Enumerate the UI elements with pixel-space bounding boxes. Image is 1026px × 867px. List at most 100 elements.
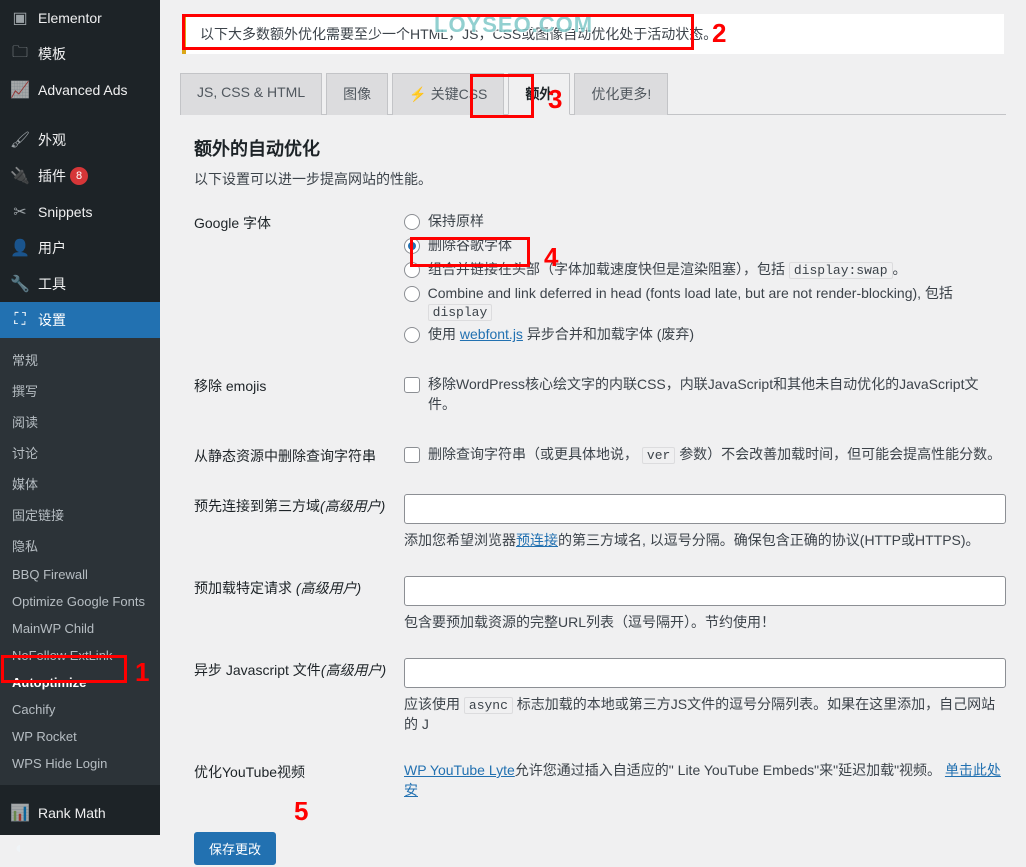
code-async: async xyxy=(464,697,513,714)
submenu-item-隐私[interactable]: 隐私 xyxy=(0,530,160,561)
submenu-item-固定链接[interactable]: 固定链接 xyxy=(0,499,160,530)
submenu-item-WP Rocket[interactable]: WP Rocket xyxy=(0,723,160,750)
menu-icon: 📈 xyxy=(10,80,30,100)
menu-label: Blackhole xyxy=(38,841,99,857)
menu-label: 外观 xyxy=(38,130,66,150)
menu-item-工具[interactable]: 🔧 工具 xyxy=(0,266,160,302)
checkbox-querystrings[interactable] xyxy=(404,447,420,463)
submenu-item-媒体[interactable]: 媒体 xyxy=(0,468,160,499)
radio-google-fonts-2[interactable] xyxy=(404,262,420,278)
menu-icon: 🔧 xyxy=(10,274,30,294)
label-asyncjs: 异步 Javascript 文件(高级用户) xyxy=(194,658,404,680)
submenu-item-Optimize Google Fonts[interactable]: Optimize Google Fonts xyxy=(0,588,160,615)
menu-label: 工具 xyxy=(38,274,66,294)
menu-item-用户[interactable]: 👤 用户 xyxy=(0,230,160,266)
menu-icon: 🔌 xyxy=(10,166,30,186)
menu-item-Elementor[interactable]: ▣Elementor xyxy=(0,0,160,36)
menu-label: 设置 xyxy=(38,310,66,330)
menu-item-Snippets[interactable]: ✂ Snippets xyxy=(0,194,160,230)
radio-label: 组合并链接在头部（字体加载速度快但是渲染阻塞），包括 display:swap。 xyxy=(428,259,907,279)
menu-item-Blackhole[interactable]: ◐ Blackhole xyxy=(0,831,160,867)
radio-label: 删除谷歌字体 xyxy=(428,235,512,255)
help-asyncjs: 应该使用 async 标志加载的本地或第三方JS文件的逗号分隔列表。如果在这里添… xyxy=(404,694,1006,734)
tab-图像[interactable]: 图像 xyxy=(326,73,388,115)
link-preconnect[interactable]: 预连接 xyxy=(516,532,558,548)
link-youtube-lyte[interactable]: WP YouTube Lyte xyxy=(404,762,515,778)
tab-label: 优化更多! xyxy=(591,86,651,102)
tab-bar: JS, CSS & HTML 图像 ⚡ 关键CSS 额外 优化更多! xyxy=(180,72,1006,115)
submenu-item-讨论[interactable]: 讨论 xyxy=(0,437,160,468)
menu-item-设置[interactable]: ⛶ 设置 xyxy=(0,302,160,338)
menu-icon: 🗀 xyxy=(10,44,30,64)
help-youtube: WP YouTube Lyte允许您通过插入自适应的" Lite YouTube… xyxy=(404,760,1006,800)
submenu-item-撰写[interactable]: 撰写 xyxy=(0,375,160,406)
label-preconnect: 预先连接到第三方域(高级用户) xyxy=(194,494,404,516)
label-preload: 预加载特定请求 (高级用户) xyxy=(194,576,404,598)
update-badge: 8 xyxy=(70,167,88,185)
label-google-fonts: Google 字体 xyxy=(194,211,404,233)
menu-label: 用户 xyxy=(38,238,66,258)
menu-icon: ◐ xyxy=(10,839,30,859)
menu-icon: ⛶ xyxy=(10,310,30,330)
submenu-item-NoFollow ExtLink[interactable]: NoFollow ExtLink xyxy=(0,642,160,669)
menu-label: Snippets xyxy=(38,204,92,220)
tab-JS, CSS & HTML[interactable]: JS, CSS & HTML xyxy=(180,73,322,115)
submenu-item-Cachify[interactable]: Cachify xyxy=(0,696,160,723)
admin-sidebar: ▣Elementor 🗀 模板 📈 Advanced Ads 🖌 外观 🔌 插件8 ✂ Snipp… xyxy=(0,0,160,835)
radio-google-fonts-4[interactable] xyxy=(404,327,420,343)
settings-submenu: 常规撰写阅读讨论媒体固定链接隐私BBQ FirewallOptimize Goo… xyxy=(0,338,160,785)
menu-label: 模板 xyxy=(38,44,66,64)
submenu-item-BBQ Firewall[interactable]: BBQ Firewall xyxy=(0,561,160,588)
menu-label: Elementor xyxy=(38,10,102,26)
warning-notice: 以下大多数额外优化需要至少一个HTML，JS，CSS或图像自动优化处于活动状态。 xyxy=(182,14,1004,54)
menu-icon: 📊 xyxy=(10,803,30,823)
input-asyncjs[interactable] xyxy=(404,658,1006,688)
menu-item-Advanced Ads[interactable]: 📈 Advanced Ads xyxy=(0,72,160,108)
label-emojis: 移除 emojis xyxy=(194,374,404,396)
menu-icon: ✂ xyxy=(10,202,30,222)
tab-优化更多![interactable]: 优化更多! xyxy=(574,73,668,115)
tab-label: 关键CSS xyxy=(431,86,488,102)
row-preload: 预加载特定请求 (高级用户) 包含要预加载资源的完整URL列表（逗号隔开）。节约… xyxy=(194,576,1006,632)
row-asyncjs: 异步 Javascript 文件(高级用户) 应该使用 async 标志加载的本… xyxy=(194,658,1006,734)
submenu-item-阅读[interactable]: 阅读 xyxy=(0,406,160,437)
help-preconnect: 添加您希望浏览器预连接的第三方域名, 以逗号分隔。确保包含正确的协议(HTTP或… xyxy=(404,530,1006,550)
tab-label: 图像 xyxy=(343,86,371,102)
section-desc: 以下设置可以进一步提高网站的性能。 xyxy=(194,169,1006,189)
link-webfontjs[interactable]: webfont.js xyxy=(460,326,523,342)
menu-item-外观[interactable]: 🖌 外观 xyxy=(0,122,160,158)
row-querystrings: 从静态资源中删除查询字符串 删除查询字符串（或更具体地说， ver 参数）不会改… xyxy=(194,444,1006,468)
row-emojis: 移除 emojis 移除WordPress核心绘文字的内联CSS，内联JavaS… xyxy=(194,374,1006,418)
menu-label: 插件 xyxy=(38,166,66,186)
label-youtube: 优化YouTube视频 xyxy=(194,760,404,782)
row-preconnect: 预先连接到第三方域(高级用户) 添加您希望浏览器预连接的第三方域名, 以逗号分隔… xyxy=(194,494,1006,550)
submenu-item-常规[interactable]: 常规 xyxy=(0,344,160,375)
menu-item-Rank Math[interactable]: 📊Rank Math xyxy=(0,795,160,831)
field-google-fonts: 保持原样删除谷歌字体组合并链接在头部（字体加载速度快但是渲染阻塞），包括 dis… xyxy=(404,211,1006,348)
notice-text: 以下大多数额外优化需要至少一个HTML，JS，CSS或图像自动优化处于活动状态。 xyxy=(200,26,717,42)
code-display: display xyxy=(428,304,493,321)
submenu-item-MainWP Child[interactable]: MainWP Child xyxy=(0,615,160,642)
bolt-icon: ⚡ xyxy=(409,86,426,102)
tab-额外[interactable]: 额外 xyxy=(508,73,570,115)
tab-label: 额外 xyxy=(525,86,553,102)
radio-google-fonts-0[interactable] xyxy=(404,214,420,230)
menu-item-模板[interactable]: 🗀 模板 xyxy=(0,36,160,72)
tab-关键CSS[interactable]: ⚡ 关键CSS xyxy=(392,73,504,115)
menu-icon: 👤 xyxy=(10,238,30,258)
code-ver: ver xyxy=(642,447,675,464)
radio-google-fonts-3[interactable] xyxy=(404,286,420,302)
input-preload[interactable] xyxy=(404,576,1006,606)
row-google-fonts: Google 字体 保持原样删除谷歌字体组合并链接在头部（字体加载速度快但是渲染… xyxy=(194,211,1006,348)
radio-google-fonts-1[interactable] xyxy=(404,238,420,254)
input-preconnect[interactable] xyxy=(404,494,1006,524)
menu-label: Advanced Ads xyxy=(38,82,128,98)
checkbox-emojis[interactable] xyxy=(404,377,420,393)
menu-icon: 🖌 xyxy=(10,130,30,150)
menu-item-插件[interactable]: 🔌 插件8 xyxy=(0,158,160,194)
tab-label: JS, CSS & HTML xyxy=(197,84,305,100)
save-button[interactable]: 保存更改 xyxy=(194,832,276,865)
submenu-item-Autoptimize[interactable]: Autoptimize xyxy=(0,669,160,696)
submenu-item-WPS Hide Login[interactable]: WPS Hide Login xyxy=(0,750,160,777)
section-title: 额外的自动优化 xyxy=(194,135,1006,161)
